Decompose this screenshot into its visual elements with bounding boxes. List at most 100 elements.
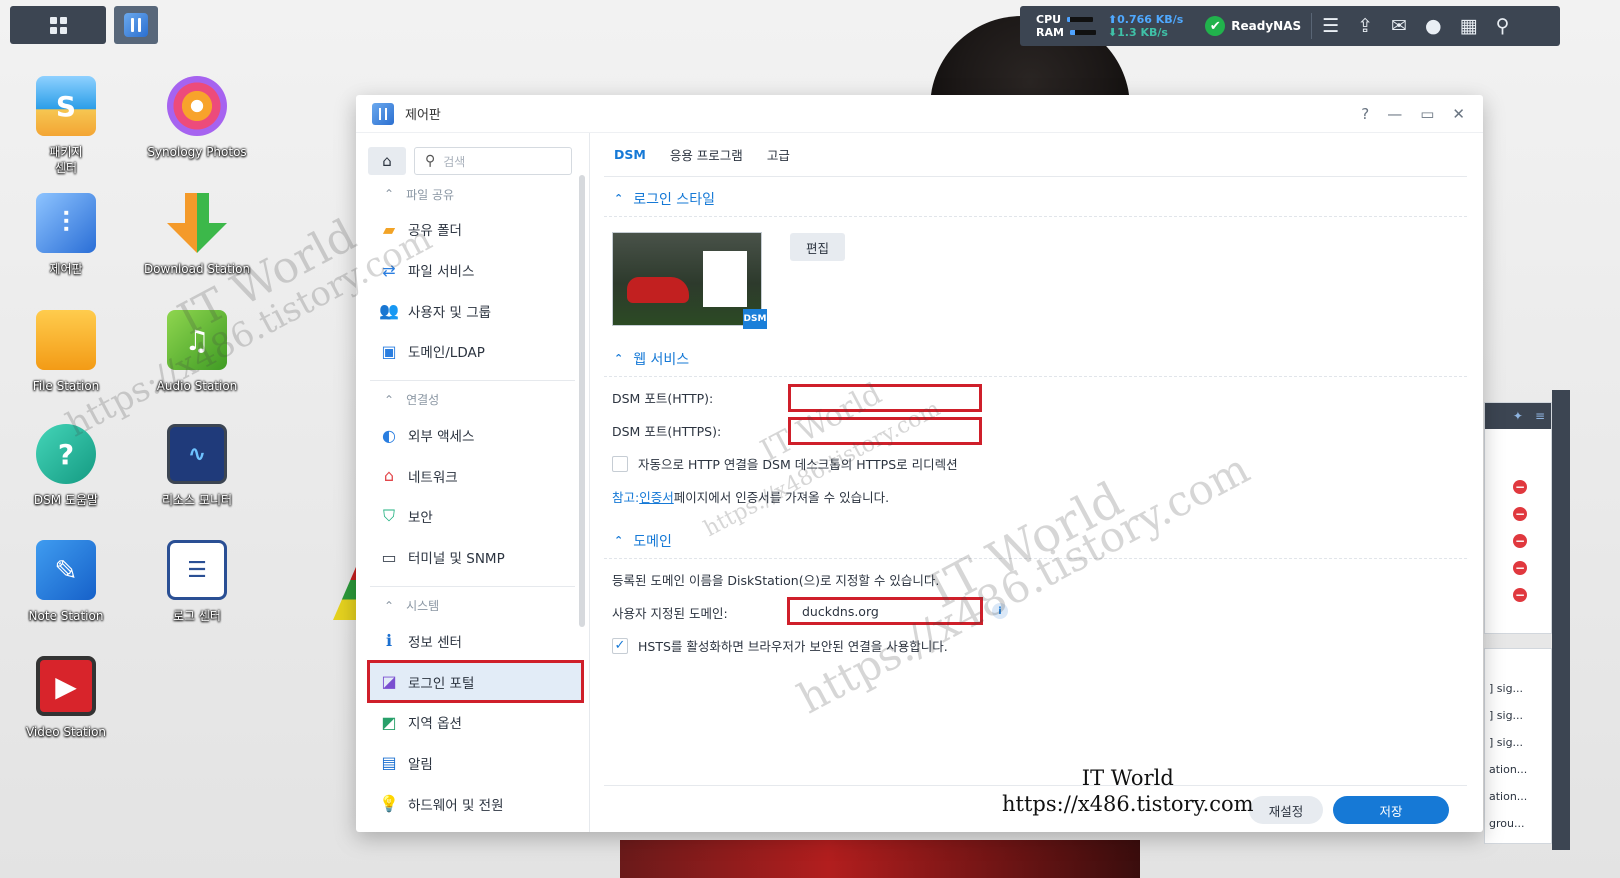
sidebar-section-connectivity[interactable]: ⌃ 연결성 bbox=[356, 385, 589, 415]
section-web-service[interactable]: ⌃ 웹 서비스 bbox=[604, 341, 1467, 377]
sidebar-item-hardware-power[interactable]: 💡 하드웨어 및 전원 bbox=[356, 783, 589, 824]
server-status[interactable]: ✔ ReadyNAS bbox=[1205, 16, 1301, 36]
sidebar-item-terminal-snmp[interactable]: ▭ 터미널 및 SNMP bbox=[356, 537, 589, 578]
section-title: 파일 공유 bbox=[406, 187, 455, 202]
taskbar-left bbox=[10, 6, 158, 46]
remove-icon[interactable]: − bbox=[1513, 506, 1527, 521]
desktop-icon-dsm-help[interactable]: ? DSM 도움말 bbox=[6, 424, 126, 508]
ram-label: RAM bbox=[1036, 26, 1064, 39]
log-row: ] sig... bbox=[1489, 736, 1524, 749]
save-button[interactable]: 저장 bbox=[1333, 796, 1449, 824]
desktop-icon-file-station[interactable]: File Station bbox=[6, 310, 126, 394]
taskbar-divider bbox=[1311, 13, 1313, 39]
home-button[interactable]: ⌂ bbox=[368, 147, 406, 175]
desktop-icon-package-center[interactable]: S 패키지 센터 bbox=[6, 76, 126, 176]
chat-icon[interactable]: ✉ bbox=[1391, 15, 1407, 37]
log-row: ation... bbox=[1489, 790, 1528, 803]
window-titlebar[interactable]: 제어판 ? — ▭ ✕ bbox=[356, 95, 1483, 133]
section-title: 연결성 bbox=[406, 393, 440, 408]
tab-dsm[interactable]: DSM bbox=[614, 147, 646, 162]
desktop-icon-resource-monitor[interactable]: ∿ 리소스 모니터 bbox=[137, 424, 257, 508]
user-icon[interactable]: ● bbox=[1425, 15, 1442, 37]
monitor-chart-icon: ∿ bbox=[167, 424, 227, 484]
download-speed: 1.3 KB/s bbox=[1117, 26, 1168, 39]
sidebar-item-domain-ldap[interactable]: ▣ 도메인/LDAP bbox=[356, 331, 589, 372]
minimize-icon[interactable]: — bbox=[1387, 105, 1402, 123]
help-icon[interactable]: ? bbox=[1361, 105, 1369, 123]
sidebar-item-label: 지역 옵션 bbox=[408, 716, 462, 733]
sidebar-item-label: 외부 액세스 bbox=[408, 429, 475, 446]
tab-bar: DSM 응용 프로그램 고급 bbox=[604, 133, 1467, 177]
remove-icon[interactable]: − bbox=[1513, 533, 1527, 548]
tab-applications[interactable]: 응용 프로그램 bbox=[670, 145, 743, 164]
download-arrow-icon bbox=[167, 193, 227, 253]
desktop-icon-label: 제어판 bbox=[49, 262, 83, 276]
sidebar-item-info-center[interactable]: ℹ 정보 센터 bbox=[356, 621, 589, 662]
remove-icon[interactable]: − bbox=[1513, 560, 1527, 575]
control-panel-icon bbox=[372, 102, 394, 125]
sidebar-item-label: 정보 센터 bbox=[408, 634, 462, 651]
sidebar-divider bbox=[370, 585, 575, 587]
desktop-icon-synology-photos[interactable]: Synology Photos bbox=[137, 76, 257, 160]
sidebar-section-file-sharing[interactable]: ⌃ 파일 공유 bbox=[356, 179, 589, 209]
chevron-up-icon: ⌃ bbox=[384, 187, 395, 201]
chevron-up-icon: ⌃ bbox=[384, 392, 395, 407]
desktop-icon-note-station[interactable]: ✎ Note Station bbox=[6, 540, 126, 624]
desktop-icon-label: Note Station bbox=[28, 609, 104, 623]
edit-button[interactable]: 편집 bbox=[790, 233, 845, 261]
reset-button[interactable]: 재설정 bbox=[1249, 796, 1323, 824]
login-portal-icon: ◪ bbox=[381, 672, 397, 692]
search-input[interactable]: ⚲ 검색 bbox=[414, 147, 572, 175]
widget-icon[interactable]: ▦ bbox=[1460, 15, 1478, 37]
check-icon: ✔ bbox=[1205, 16, 1226, 36]
desktop-icon-label: File Station bbox=[32, 379, 100, 393]
redirect-checkbox[interactable] bbox=[612, 455, 628, 472]
sidebar-item-notification[interactable]: ▤ 알림 bbox=[356, 743, 589, 784]
sidebar-item-network[interactable]: ⌂ 네트워크 bbox=[356, 455, 589, 496]
certificate-link[interactable]: 인증서 bbox=[639, 487, 674, 506]
search-icon[interactable]: ⚲ bbox=[1496, 15, 1510, 37]
tab-advanced[interactable]: 고급 bbox=[767, 145, 790, 164]
remove-icon[interactable]: − bbox=[1513, 479, 1527, 494]
desktop-icon-video-station[interactable]: ▶ Video Station bbox=[6, 656, 126, 740]
package-center-icon: S bbox=[36, 76, 96, 136]
sidebar-item-regional-options[interactable]: ◩ 지역 옵션 bbox=[356, 702, 589, 743]
maximize-icon[interactable]: ▭ bbox=[1420, 105, 1434, 123]
users-icon: 👥 bbox=[379, 301, 399, 321]
sidebar-section-system[interactable]: ⌃ 시스템 bbox=[356, 591, 589, 621]
taskbar-control-panel-button[interactable] bbox=[114, 6, 158, 44]
signature-url: https://x486.tistory.com bbox=[1002, 792, 1254, 816]
network-house-icon: ⌂ bbox=[383, 466, 395, 486]
sidebar-item-external-access[interactable]: ◐ 외부 액세스 bbox=[356, 415, 589, 456]
panel-menu-icon[interactable]: ≡ bbox=[1535, 409, 1545, 423]
log-list-icon: ☰ bbox=[167, 540, 227, 600]
desktop-icon-control-panel[interactable]: ⫶ 제어판 bbox=[6, 193, 126, 277]
note-pencil-icon: ✎ bbox=[36, 540, 96, 600]
desktop-icon-label: 패키지 센터 bbox=[49, 145, 83, 175]
video-play-icon: ▶ bbox=[36, 656, 96, 716]
remove-icon[interactable]: − bbox=[1513, 587, 1527, 602]
sidebar-item-users-groups[interactable]: 👥 사용자 및 그룹 bbox=[356, 290, 589, 331]
hsts-checkbox[interactable]: ✓ bbox=[612, 637, 628, 654]
cpu-bar bbox=[1067, 17, 1094, 22]
close-icon[interactable]: ✕ bbox=[1452, 105, 1465, 123]
section-login-style[interactable]: ⌃ 로그인 스타일 bbox=[604, 181, 1467, 217]
grid-icon bbox=[49, 16, 67, 34]
regional-options-icon: ◩ bbox=[381, 712, 397, 732]
shield-icon: ⛉ bbox=[382, 506, 395, 526]
resource-widget[interactable]: CPU RAM bbox=[1036, 13, 1096, 39]
upload-icon[interactable]: ⇪ bbox=[1357, 15, 1373, 37]
storage-icon[interactable]: ☰ bbox=[1322, 15, 1339, 37]
main-menu-button[interactable] bbox=[10, 6, 106, 44]
pin-icon[interactable]: ✦ bbox=[1513, 409, 1523, 423]
sidebar-item-label: 알림 bbox=[408, 756, 433, 773]
domain-description: 등록된 도메인 이름을 DiskStation(으)로 지정할 수 있습니다. bbox=[612, 573, 940, 588]
https-port-label: DSM 포트(HTTPS): bbox=[612, 424, 722, 439]
taskbar-right: CPU RAM ⬆0.766 KB/s ⬇1.3 KB/s ✔ ReadyNAS… bbox=[1020, 6, 1560, 46]
sidebar-scrollbar[interactable] bbox=[579, 175, 585, 627]
main-content: DSM 응용 프로그램 고급 ⌃ 로그인 스타일 DSM 편집 ⌃ 웹 서비스 … bbox=[604, 133, 1467, 832]
desktop-icon-log-center[interactable]: ☰ 로그 센터 bbox=[137, 540, 257, 624]
sidebar-item-login-portal[interactable]: ◪ 로그인 포털 bbox=[367, 660, 584, 703]
sidebar-item-security[interactable]: ⛉ 보안 bbox=[356, 496, 589, 537]
desktop-icon-label: 로그 센터 bbox=[173, 609, 221, 623]
